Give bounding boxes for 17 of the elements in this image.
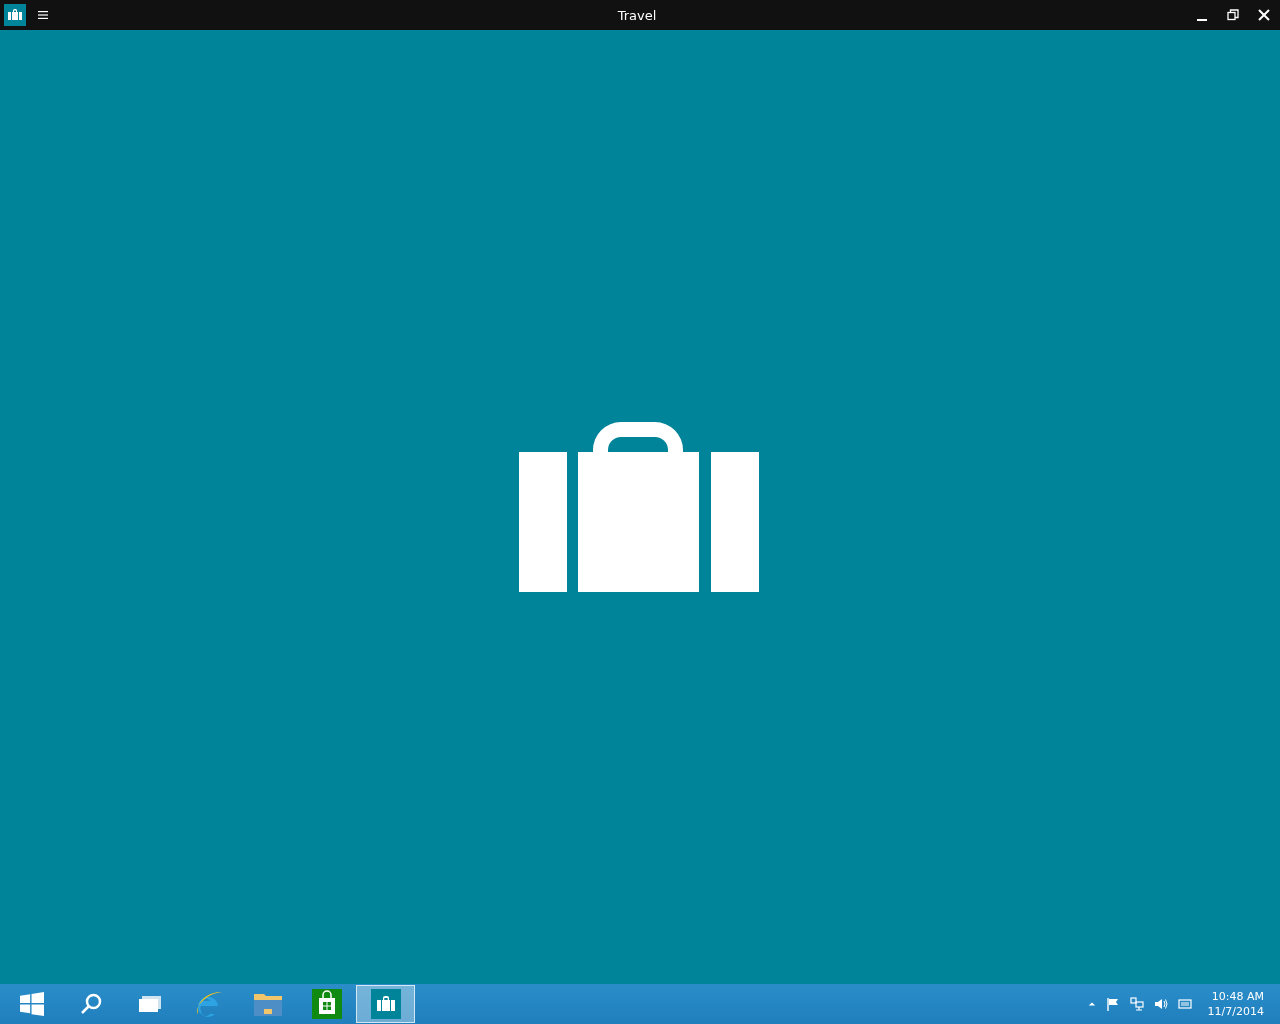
suitcase-app-icon bbox=[370, 989, 401, 1019]
window-title: Travel bbox=[617, 7, 657, 23]
menu-icon[interactable] bbox=[38, 11, 48, 19]
windows-logo-icon bbox=[19, 992, 44, 1016]
taskbar-button[interactable] bbox=[356, 985, 415, 1023]
clock-date: 11/7/2014 bbox=[1207, 1004, 1264, 1019]
notification-icon[interactable] bbox=[1177, 997, 1192, 1011]
app-suitcase-icon[interactable] bbox=[4, 4, 26, 26]
close-icon[interactable] bbox=[1258, 9, 1270, 21]
restore-icon[interactable] bbox=[1227, 9, 1239, 21]
speaker-icon[interactable] bbox=[1153, 997, 1168, 1011]
clock-time: 10:48 AM bbox=[1211, 989, 1264, 1004]
flag-icon[interactable] bbox=[1105, 997, 1120, 1011]
store-bag-icon bbox=[311, 989, 342, 1019]
clock[interactable]: 10:48 AM 11/7/2014 bbox=[1207, 989, 1264, 1019]
suitcase-icon bbox=[519, 422, 759, 592]
network-icon[interactable] bbox=[1129, 997, 1144, 1011]
